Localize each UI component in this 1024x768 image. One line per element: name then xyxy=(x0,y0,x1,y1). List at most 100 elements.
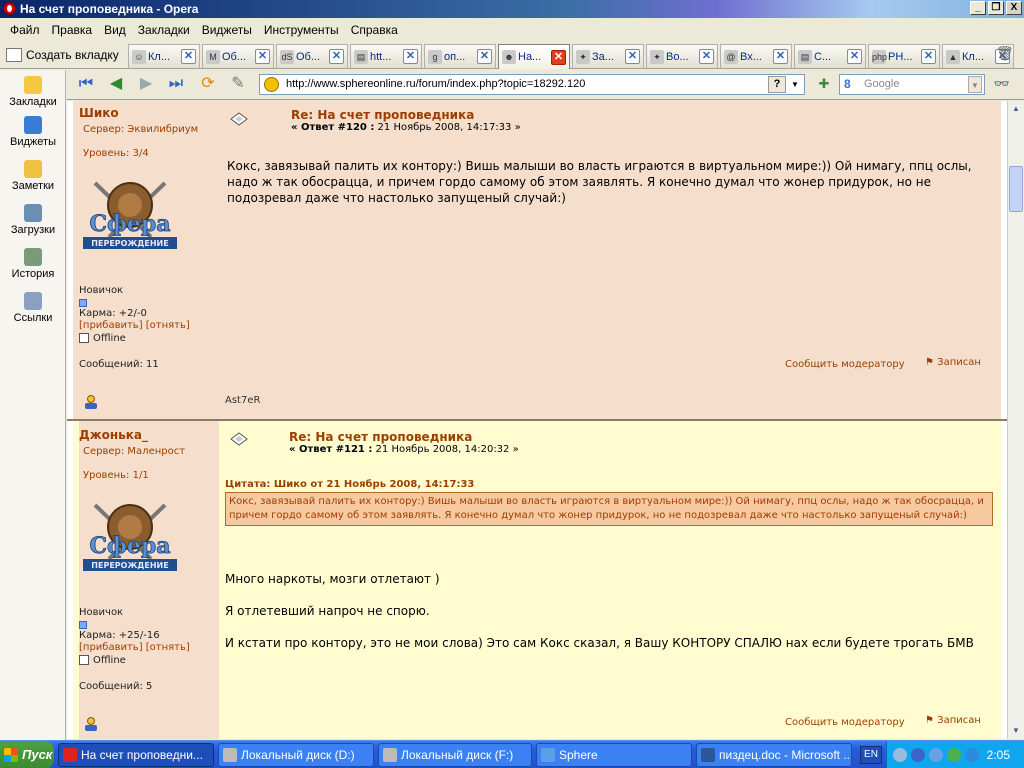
tab-6[interactable]: ✦ За... ✕ xyxy=(572,44,644,68)
panel-notes[interactable]: Заметки xyxy=(0,160,66,192)
tab-title: Вх... xyxy=(740,50,762,63)
panel-widgets[interactable]: Виджеты xyxy=(0,116,66,148)
taskbar-task[interactable]: Sphere xyxy=(536,743,692,767)
karma-links[interactable]: [прибавить] [отнять] xyxy=(79,320,190,331)
search-dropdown-icon[interactable]: ▼ xyxy=(968,76,982,93)
taskbar-task[interactable]: Локальный диск (F:) xyxy=(378,743,532,767)
tab-9[interactable]: ▤ С... ✕ xyxy=(794,44,866,68)
tray-messenger-icon[interactable] xyxy=(947,748,961,762)
tab-title: оп... xyxy=(444,50,466,63)
panel-history[interactable]: История xyxy=(0,248,66,280)
ds-logo-icon: dS xyxy=(280,49,294,64)
tab-0[interactable]: ☺ Кл... ✕ xyxy=(128,44,200,68)
tab-3[interactable]: ▤ htt... ✕ xyxy=(350,44,422,68)
tray-volume-icon[interactable] xyxy=(965,748,979,762)
author-status: Offline xyxy=(79,655,126,666)
reload-icon[interactable]: ⟳ xyxy=(197,74,219,94)
language-indicator[interactable]: EN xyxy=(860,746,882,764)
tab-7[interactable]: ✦ Во... ✕ xyxy=(646,44,718,68)
close-tab-icon[interactable]: ✕ xyxy=(847,49,862,64)
title-bar: На счет проповедника - Opera _ ❐ X xyxy=(0,0,1024,18)
post-number: « Ответ #121 : xyxy=(289,444,373,455)
menu-bookmarks[interactable]: Закладки xyxy=(132,23,196,37)
address-dropdown-icon[interactable]: ▼ xyxy=(788,76,802,93)
close-tab-icon[interactable]: ✕ xyxy=(921,49,936,64)
profile-icon[interactable] xyxy=(83,717,99,731)
panel-bookmarks[interactable]: Закладки xyxy=(0,76,66,108)
menu-view[interactable]: Вид xyxy=(98,23,132,37)
close-tab-icon[interactable]: ✕ xyxy=(551,49,566,65)
menu-tools[interactable]: Инструменты xyxy=(258,23,345,37)
tray-arrow-icon[interactable] xyxy=(893,748,907,762)
menu-file[interactable]: Файл xyxy=(4,23,46,37)
report-to-moderator-link[interactable]: Сообщить модератору xyxy=(785,359,905,370)
start-button[interactable]: Пуск xyxy=(0,741,54,768)
tab-4[interactable]: g оп... ✕ xyxy=(424,44,496,68)
vertical-scrollbar[interactable]: ▲ ▼ xyxy=(1007,101,1024,739)
start-label: Пуск xyxy=(22,747,53,762)
clock: 2:05 xyxy=(986,748,1010,762)
help-button[interactable]: ? xyxy=(768,76,786,93)
scroll-down-icon[interactable]: ▼ xyxy=(1009,724,1023,738)
author-name[interactable]: Шико xyxy=(79,106,119,120)
trash-icon[interactable]: 🗑 xyxy=(996,45,1014,65)
tab-2[interactable]: dS Об... ✕ xyxy=(276,44,348,68)
tab-title: Об... xyxy=(222,50,247,63)
logo-text: Сфера xyxy=(90,533,171,559)
author-name[interactable]: Джонька_ xyxy=(79,428,148,442)
back-icon[interactable]: ◀ xyxy=(105,74,127,94)
new-tab-button[interactable]: Создать вкладку xyxy=(6,45,119,65)
minimize-button[interactable]: _ xyxy=(970,1,986,15)
report-to-moderator-link[interactable]: Сообщить модератору xyxy=(785,717,905,728)
logged-icon: ⚑ xyxy=(925,357,938,368)
menu-edit[interactable]: Правка xyxy=(46,23,99,37)
close-tab-icon[interactable]: ✕ xyxy=(773,49,788,64)
panel-links[interactable]: Ссылки xyxy=(0,292,66,324)
close-tab-icon[interactable]: ✕ xyxy=(403,49,418,64)
karma-links[interactable]: [прибавить] [отнять] xyxy=(79,642,190,653)
bookmark-page-icon[interactable]: ✚ xyxy=(813,74,835,94)
logged-label: Записан xyxy=(937,357,981,368)
close-button[interactable]: X xyxy=(1006,1,1022,15)
page-icon: ▤ xyxy=(354,49,368,64)
scroll-thumb[interactable] xyxy=(1009,166,1023,212)
fast-forward-icon[interactable]: ⏭ xyxy=(165,74,187,94)
panel-downloads[interactable]: Загрузки xyxy=(0,204,66,236)
close-tab-icon[interactable]: ✕ xyxy=(625,49,640,64)
tray-app-icon[interactable] xyxy=(911,748,925,762)
logged-indicator: ⚑ Записан xyxy=(925,357,981,368)
task-label: Локальный диск (F:) xyxy=(401,748,514,762)
status-text: Offline xyxy=(93,655,126,666)
profile-icon[interactable] xyxy=(83,395,99,409)
menu-help[interactable]: Справка xyxy=(345,23,404,37)
logo-subtext: ПЕРЕРОЖДЕНИЕ xyxy=(91,561,168,570)
edit-icon[interactable]: ✎ xyxy=(227,74,249,94)
tab-1[interactable]: M Об... ✕ xyxy=(202,44,274,68)
close-tab-icon[interactable]: ✕ xyxy=(181,49,196,64)
address-field[interactable]: http://www.sphereonline.ru/forum/index.p… xyxy=(259,74,805,95)
status-checkbox-icon xyxy=(79,333,89,343)
search-placeholder: Google xyxy=(864,78,900,90)
tab-10[interactable]: php PH... ✕ xyxy=(868,44,940,68)
forward-icon[interactable]: ▶ xyxy=(135,74,157,94)
scroll-up-icon[interactable]: ▲ xyxy=(1009,102,1023,116)
tab-8[interactable]: @ Вх... ✕ xyxy=(720,44,792,68)
panel-label: История xyxy=(11,268,55,280)
taskbar-task[interactable]: пиздец.doc - Microsoft ... xyxy=(696,743,852,767)
rank-star-icon xyxy=(79,621,87,629)
close-tab-icon[interactable]: ✕ xyxy=(329,49,344,64)
zoom-glasses-icon[interactable]: 👓 xyxy=(991,74,1013,94)
close-tab-icon[interactable]: ✕ xyxy=(477,49,492,64)
menu-widgets[interactable]: Виджеты xyxy=(196,23,258,37)
rewind-icon[interactable]: ⏮ xyxy=(75,74,97,94)
close-tab-icon[interactable]: ✕ xyxy=(699,49,714,64)
taskbar-task[interactable]: Локальный диск (D:) xyxy=(218,743,374,767)
post-title[interactable]: Re: На счет проповедника xyxy=(289,430,472,444)
close-tab-icon[interactable]: ✕ xyxy=(255,49,270,64)
taskbar-task[interactable]: На счет проповедни... xyxy=(58,743,214,767)
restore-button[interactable]: ❐ xyxy=(988,1,1004,15)
post-title[interactable]: Re: На счет проповедника xyxy=(291,108,474,122)
tab-5[interactable]: ☻ На... ✕ xyxy=(498,44,570,69)
tray-network-icon[interactable] xyxy=(929,748,943,762)
search-field[interactable]: 8 Google ▼ xyxy=(839,74,985,95)
